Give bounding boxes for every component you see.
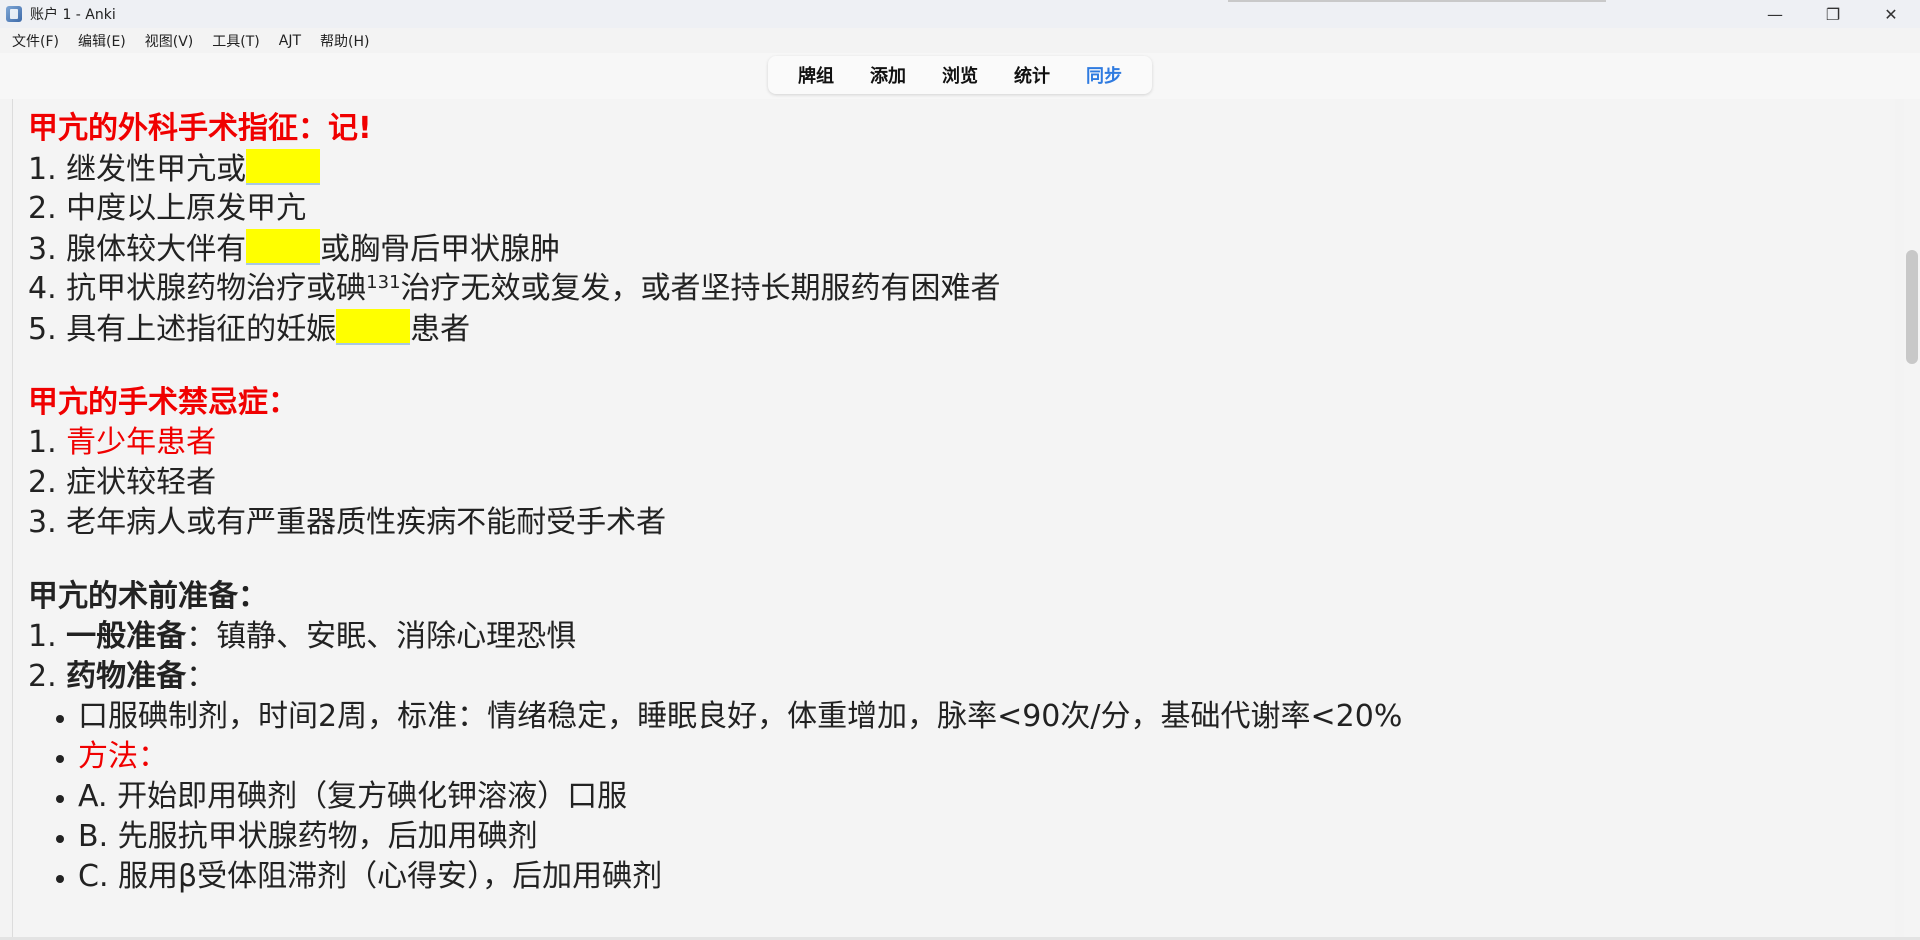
bold-text: 药物准备 [66, 659, 187, 694]
anki-app-icon [6, 6, 22, 22]
toolbar-stats-button[interactable]: 统计 [996, 62, 1068, 88]
preop-line-1: 1. 一般准备：镇静、安眠、消除心理恐惧 [28, 617, 1848, 657]
preop-line-2: 2. 药物准备： [28, 657, 1848, 697]
line-number: 1. [28, 425, 67, 460]
line-text: ： [186, 659, 217, 694]
line-text: 3. 腺体较大伴有 [28, 232, 247, 267]
menu-file[interactable]: 文件(F) [6, 31, 66, 51]
indication-line-3: 3. 腺体较大伴有 或胸骨后甲状腺肿 [28, 229, 1848, 269]
minimize-button[interactable]: — [1746, 0, 1804, 28]
line-text: 患者 [410, 312, 471, 347]
close-button[interactable]: ✕ [1862, 0, 1920, 28]
line-text: 4. 抗甲状腺药物治疗或碘 [28, 271, 367, 306]
indication-line-2: 2. 中度以上原发甲亢 [28, 191, 307, 226]
vertical-scrollbar[interactable] [1904, 99, 1920, 937]
window-controls: — ❐ ✕ [1746, 0, 1920, 28]
toolbar-decks-button[interactable]: 牌组 [780, 62, 852, 88]
line-text: ：镇静、安眠、消除心理恐惧 [186, 619, 577, 654]
menu-view[interactable]: 视图(V) [139, 31, 201, 51]
line-text: 1. 继发性甲亢或 [28, 152, 247, 187]
cloze-blank[interactable] [336, 309, 411, 345]
line-text: 5. 具有上述指征的妊娠 [28, 312, 337, 347]
main-toolbar: 牌组 添加 浏览 统计 同步 [768, 56, 1152, 94]
bold-text: 一般准备 [66, 619, 187, 654]
menu-ajt[interactable]: AJT [273, 33, 308, 49]
bullet-item-method: 方法： [28, 737, 1848, 777]
background-window-edge [1228, 0, 1606, 2]
indication-line-4: 4. 抗甲状腺药物治疗或碘131治疗无效或复发，或者坚持长期服药有困难者 [28, 269, 1848, 309]
menu-edit[interactable]: 编辑(E) [72, 31, 133, 51]
section-title-contraindications: 甲亢的手术禁忌症： [28, 385, 298, 420]
superscript-131: 131 [366, 272, 401, 293]
close-icon: ✕ [1884, 4, 1898, 24]
contraindication-line-1: 1. 青少年患者 [28, 423, 1848, 463]
toolbar-add-button[interactable]: 添加 [852, 62, 924, 88]
menu-help[interactable]: 帮助(H) [314, 31, 376, 51]
card-content: 甲亢的外科手术指征：记! 1. 继发性甲亢或 2. 中度以上原发甲亢 3. 腺体… [28, 109, 1848, 897]
cloze-blank[interactable] [246, 149, 321, 185]
line-text: 治疗无效或复发，或者坚持长期服药有困难者 [400, 271, 1001, 306]
title-bar: 账户 1 - Anki — ❐ ✕ [0, 0, 1920, 28]
section-title-indications: 甲亢的外科手术指征：记! [28, 111, 372, 146]
cloze-blank[interactable] [246, 229, 321, 265]
line-number: 1. [28, 619, 67, 654]
menu-bar: 文件(F) 编辑(E) 视图(V) 工具(T) AJT 帮助(H) [0, 28, 1920, 53]
bullet-item: A. 开始即用碘剂（复方碘化钾溶液）口服 [28, 777, 1848, 817]
line-number: 2. [28, 659, 67, 694]
toolbar-sync-button[interactable]: 同步 [1068, 62, 1140, 88]
window-title: 账户 1 - Anki [30, 7, 116, 23]
red-text: 青少年患者 [66, 425, 217, 460]
indication-line-5: 5. 具有上述指征的妊娠 患者 [28, 309, 1848, 349]
line-text: 或胸骨后甲状腺肿 [320, 232, 561, 267]
maximize-button[interactable]: ❐ [1804, 0, 1862, 28]
restore-icon: ❐ [1825, 4, 1841, 24]
bullet-item: C. 服用β受体阻滞剂（心得安），后加用碘剂 [28, 857, 1848, 897]
indication-line-1: 1. 继发性甲亢或 [28, 149, 1848, 189]
section-title-preop: 甲亢的术前准备： [28, 579, 268, 614]
menu-tools[interactable]: 工具(T) [206, 31, 266, 51]
scrollbar-thumb[interactable] [1906, 250, 1918, 364]
contraindication-line-3: 3. 老年病人或有严重器质性疾病不能耐受手术者 [28, 505, 667, 540]
card-review-area: 甲亢的外科手术指征：记! 1. 继发性甲亢或 2. 中度以上原发甲亢 3. 腺体… [12, 99, 1895, 937]
bullet-item: 口服碘制剂，时间2周，标准：情绪稳定，睡眠良好，体重增加，脉率<90次/分，基础… [28, 697, 1848, 737]
contraindication-line-2: 2. 症状较轻者 [28, 465, 217, 500]
bullet-item: B. 先服抗甲状腺药物，后加用碘剂 [28, 817, 1848, 857]
toolbar-browse-button[interactable]: 浏览 [924, 62, 996, 88]
minimize-icon: — [1767, 4, 1783, 24]
